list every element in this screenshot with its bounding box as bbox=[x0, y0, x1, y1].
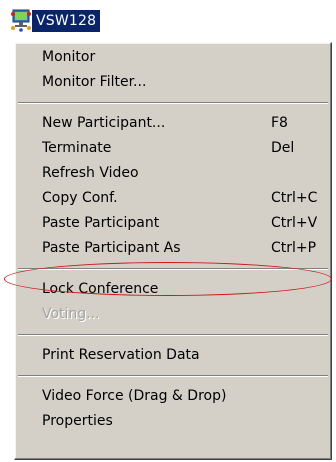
menu-item-label: Refresh Video bbox=[42, 165, 139, 181]
network-node-icon bbox=[10, 8, 32, 32]
menu-item-label: Terminate bbox=[42, 140, 112, 156]
context-menu: Monitor Monitor Filter... New Participant.… bbox=[14, 42, 332, 460]
menu-item-label: Monitor Filter... bbox=[42, 74, 147, 90]
menu-item-properties[interactable]: Properties bbox=[15, 409, 331, 434]
menu-item-label: Print Reservation Data bbox=[42, 347, 200, 363]
menu-item-label: New Participant... bbox=[42, 115, 166, 131]
menu-separator bbox=[18, 102, 328, 104]
menu-separator bbox=[18, 334, 328, 336]
menu-item-shortcut: Ctrl+C bbox=[271, 190, 318, 206]
menu-item-label: Paste Participant bbox=[42, 215, 160, 231]
menu-item-print-reservation-data[interactable]: Print Reservation Data bbox=[15, 343, 331, 368]
node-label[interactable]: VSW128 bbox=[32, 10, 101, 32]
menu-item-label: Lock Conference bbox=[42, 281, 159, 297]
tree-node-vsw128[interactable]: VSW128 bbox=[0, 0, 336, 40]
menu-item-shortcut: Del bbox=[271, 140, 295, 156]
menu-item-monitor-filter[interactable]: Monitor Filter... bbox=[15, 70, 331, 95]
menu-item-shortcut: F8 bbox=[271, 115, 288, 131]
menu-item-voting[interactable]: Voting... bbox=[15, 302, 331, 327]
menu-item-label: Voting... bbox=[42, 306, 100, 322]
menu-item-label: Properties bbox=[42, 413, 113, 429]
menu-item-copy-conf[interactable]: Copy Conf. Ctrl+C bbox=[15, 186, 331, 211]
menu-item-terminate[interactable]: Terminate Del bbox=[15, 136, 331, 161]
menu-item-lock-conference[interactable]: Lock Conference bbox=[15, 277, 331, 302]
menu-item-refresh-video[interactable]: Refresh Video bbox=[15, 161, 331, 186]
menu-item-paste-participant-as[interactable]: Paste Participant As Ctrl+P bbox=[15, 236, 331, 261]
menu-item-label: Video Force (Drag & Drop) bbox=[42, 388, 227, 404]
menu-item-label: Monitor bbox=[42, 49, 96, 65]
menu-item-shortcut: Ctrl+P bbox=[271, 240, 317, 256]
menu-item-monitor[interactable]: Monitor bbox=[15, 45, 331, 70]
menu-item-new-participant[interactable]: New Participant... F8 bbox=[15, 111, 331, 136]
menu-item-label: Paste Participant As bbox=[42, 240, 181, 256]
menu-separator bbox=[18, 268, 328, 270]
menu-item-paste-participant[interactable]: Paste Participant Ctrl+V bbox=[15, 211, 331, 236]
menu-item-video-force-drag-drop[interactable]: Video Force (Drag & Drop) bbox=[15, 384, 331, 409]
menu-item-shortcut: Ctrl+V bbox=[271, 215, 318, 231]
menu-separator bbox=[18, 375, 328, 377]
menu-item-label: Copy Conf. bbox=[42, 190, 118, 206]
